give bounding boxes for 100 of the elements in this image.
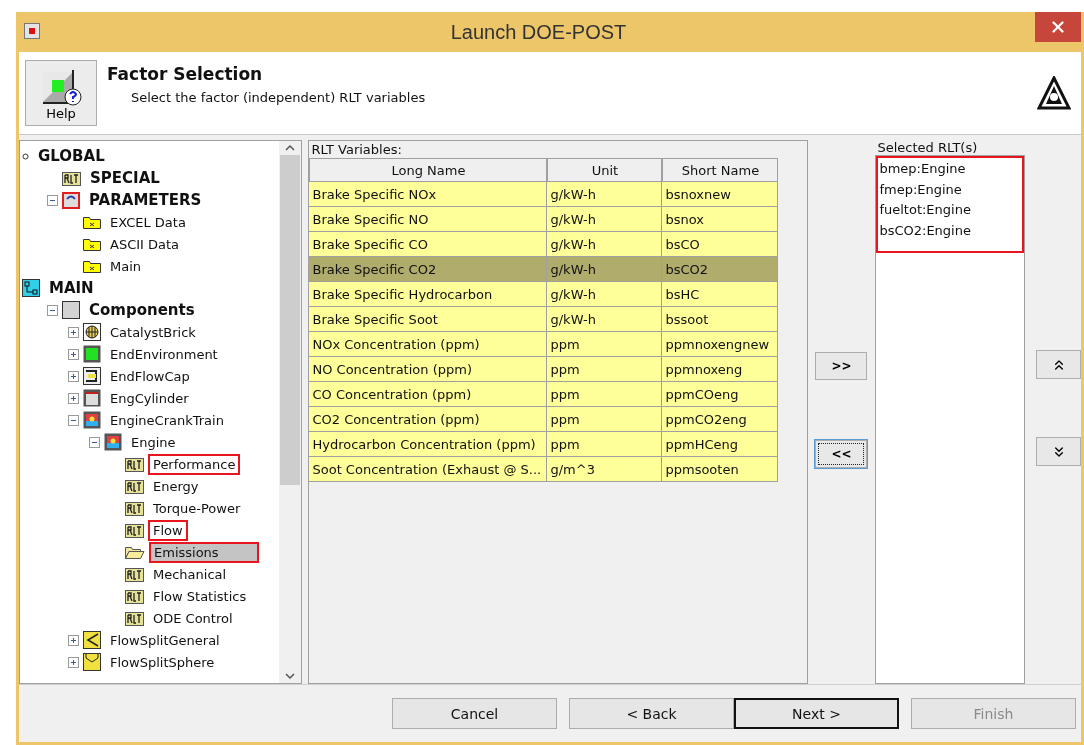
table-cell[interactable]: ppm (547, 407, 663, 432)
open-folder-icon (125, 545, 145, 559)
tree-item[interactable]: EngCylinder (105, 387, 194, 409)
expand-icon[interactable] (68, 348, 79, 360)
remove-button[interactable]: << (815, 440, 868, 468)
environment-icon (83, 345, 101, 363)
table-label: RLT Variables: (310, 141, 403, 158)
table-cell[interactable]: Hydrocarbon Concentration (ppm) (309, 432, 548, 457)
tree-item[interactable]: Energy (148, 475, 204, 497)
table-cell[interactable]: g/kW-h (547, 207, 663, 232)
table-cell[interactable]: bsCO2 (662, 257, 779, 282)
app-icon (24, 23, 42, 41)
tree-item[interactable]: Main (105, 255, 147, 277)
table-cell[interactable]: g/kW-h (547, 182, 663, 207)
table-cell[interactable]: g/kW-h (547, 307, 663, 332)
rlt-icon (125, 456, 144, 472)
help-button[interactable]: Help (25, 60, 97, 126)
footer-button[interactable]: Next > (734, 698, 899, 729)
table-cell[interactable]: g/kW-h (547, 232, 663, 257)
tree-item[interactable]: Performance (148, 453, 241, 475)
tree-item[interactable]: Components (84, 298, 200, 322)
table-cell[interactable]: Brake Specific NO (309, 207, 548, 232)
list-label: Selected RLT(s) (876, 140, 979, 155)
tree-item[interactable]: EXCEL Data (105, 211, 191, 233)
expand-icon[interactable] (68, 370, 79, 382)
tree-item[interactable]: Torque-Power (148, 497, 246, 519)
rlt-icon (125, 500, 144, 516)
tree-item[interactable]: ASCII Data (105, 233, 185, 255)
table-cell[interactable]: ppmnoxeng (662, 357, 779, 382)
folder-icon (83, 215, 101, 229)
tree-item[interactable]: EngineCrankTrain (105, 409, 229, 431)
table-cell[interactable]: g/kW-h (547, 282, 663, 307)
collapse-icon[interactable] (47, 194, 58, 206)
table-cell[interactable]: Brake Specific CO (309, 232, 548, 257)
table-cell[interactable]: bsnox (662, 207, 779, 232)
flow-split-icon (83, 631, 101, 649)
table-cell[interactable]: ppm (547, 357, 663, 382)
expand-icon[interactable] (68, 326, 79, 338)
scrollbar-thumb[interactable] (280, 155, 301, 485)
column-header[interactable]: Short Name (662, 158, 779, 182)
table-cell[interactable]: NO Concentration (ppm) (309, 357, 548, 382)
move-down-button[interactable] (1036, 437, 1081, 466)
table-cell[interactable]: bsCO (662, 232, 779, 257)
list-item[interactable]: fueltot:Engine (879, 200, 1023, 221)
expand-icon[interactable] (68, 392, 79, 404)
engine-icon (83, 411, 101, 429)
move-up-button[interactable] (1036, 350, 1081, 379)
tree-item[interactable]: EndEnvironment (105, 343, 223, 365)
expand-icon[interactable] (68, 634, 79, 646)
tree-item[interactable]: MAIN (44, 276, 99, 300)
tree-item[interactable]: Flow (148, 519, 188, 541)
column-header[interactable]: Unit (547, 158, 663, 182)
tree-item[interactable]: Emissions (149, 541, 259, 563)
tree-item[interactable]: EndFlowCap (105, 365, 195, 387)
table-cell[interactable]: g/kW-h (547, 257, 663, 282)
parameters-icon (62, 191, 80, 209)
table-cell[interactable]: CO2 Concentration (ppm) (309, 407, 548, 432)
table-cell[interactable]: bssoot (662, 307, 779, 332)
tree-item[interactable]: FlowSplitGeneral (105, 629, 225, 651)
table-cell[interactable]: bsHC (662, 282, 779, 307)
table-cell[interactable]: Brake Specific Hydrocarbon (309, 282, 548, 307)
table-cell[interactable]: ppm (547, 382, 663, 407)
window-title: Launch DOE-POST (449, 20, 628, 44)
list-item[interactable]: fmep:Engine (879, 179, 1023, 200)
table-cell[interactable]: bsnoxnew (662, 182, 779, 207)
tree-item[interactable]: GLOBAL (33, 144, 110, 168)
tree-item[interactable]: SPECIAL (85, 166, 165, 190)
table-cell[interactable]: ppmCO2eng (662, 407, 779, 432)
footer-button[interactable]: < Back (569, 698, 734, 729)
tree-item[interactable]: Flow Statistics (148, 585, 252, 607)
table-cell[interactable]: ppmHCeng (662, 432, 779, 457)
table-cell[interactable]: Brake Specific NOx (309, 182, 548, 207)
tree-item[interactable]: CatalystBrick (105, 321, 201, 343)
list-item[interactable]: bmep:Engine (879, 159, 1023, 180)
list-item[interactable]: bsCO2:Engine (879, 220, 1023, 241)
table-cell[interactable]: CO Concentration (ppm) (309, 382, 548, 407)
column-header[interactable]: Long Name (309, 158, 548, 182)
add-button[interactable]: >> (815, 352, 868, 380)
table-cell[interactable]: Brake Specific Soot (309, 307, 548, 332)
table-cell[interactable]: g/m^3 (547, 457, 663, 482)
collapse-icon[interactable] (68, 414, 79, 426)
tree-item[interactable]: Mechanical (148, 563, 232, 585)
expand-icon[interactable] (68, 656, 79, 668)
footer-button[interactable]: Cancel (392, 698, 557, 729)
collapse-icon[interactable] (47, 304, 58, 316)
node-dot-icon (22, 152, 29, 160)
collapse-icon[interactable] (89, 436, 100, 448)
table-cell[interactable]: Brake Specific CO2 (309, 257, 548, 282)
table-cell[interactable]: ppm (547, 332, 663, 357)
table-cell[interactable]: ppmsooten (662, 457, 779, 482)
close-button[interactable] (1035, 12, 1081, 42)
tree-item[interactable]: Engine (126, 431, 181, 453)
table-cell[interactable]: ppmnoxengnew (662, 332, 779, 357)
table-cell[interactable]: NOx Concentration (ppm) (309, 332, 548, 357)
tree-item[interactable]: FlowSplitSphere (105, 651, 220, 673)
tree-item[interactable]: ODE Control (148, 607, 238, 629)
table-cell[interactable]: Soot Concentration (Exhaust @ S... (309, 457, 548, 482)
table-cell[interactable]: ppm (547, 432, 663, 457)
tree-item[interactable]: PARAMETERS (84, 188, 207, 212)
table-cell[interactable]: ppmCOeng (662, 382, 779, 407)
